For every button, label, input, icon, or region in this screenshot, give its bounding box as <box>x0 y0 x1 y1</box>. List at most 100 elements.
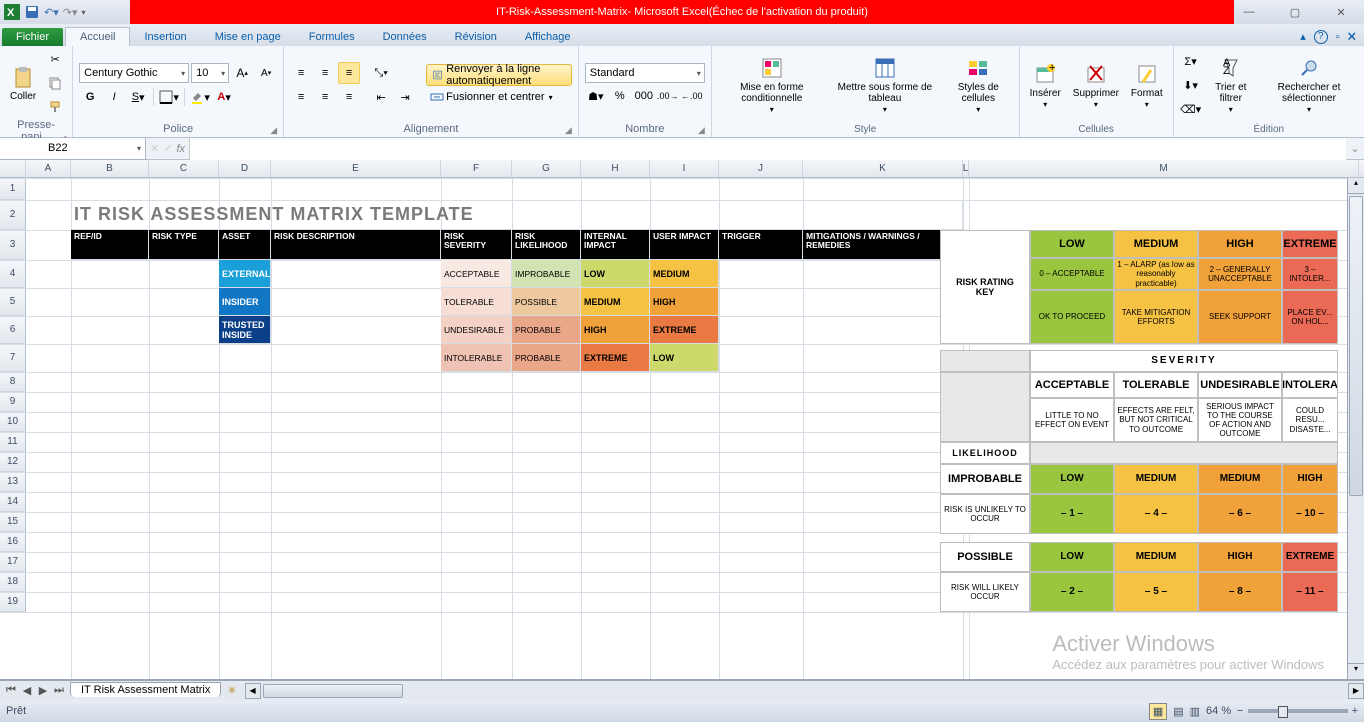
cell[interactable]: PROBABLE <box>512 344 581 372</box>
maximize-button[interactable]: ▢ <box>1272 0 1318 24</box>
tab-file[interactable]: Fichier <box>2 28 63 46</box>
cell[interactable]: HIGH <box>650 288 719 316</box>
expand-formula-icon[interactable]: ⌄ <box>1346 142 1364 155</box>
cell[interactable]: HIGH <box>581 316 650 344</box>
row-header[interactable]: 4 <box>0 260 26 288</box>
merge-center-button[interactable]: Fusionner et centrer▾ <box>426 88 572 106</box>
row-header[interactable]: 7 <box>0 344 26 372</box>
cut-icon[interactable]: ✂ <box>44 48 66 70</box>
copy-icon[interactable] <box>44 72 66 94</box>
undo-icon[interactable]: ↶▾ <box>44 6 59 19</box>
col-header-J[interactable]: J <box>719 160 803 177</box>
cell[interactable]: LOW <box>650 344 719 372</box>
cell[interactable]: TOLERABLE <box>441 288 512 316</box>
cell[interactable]: UNDESIRABLE <box>441 316 512 344</box>
italic-icon[interactable]: I <box>103 86 125 108</box>
align-top-icon[interactable]: ≡ <box>290 62 312 84</box>
cell[interactable]: RISK DESCRIPTION <box>271 230 441 260</box>
cell[interactable]: EXTREME <box>581 344 650 372</box>
row-header[interactable]: 1 <box>0 178 26 200</box>
close-button[interactable]: ✕ <box>1318 0 1364 24</box>
row-header[interactable]: 13 <box>0 472 26 492</box>
cell[interactable]: TRUSTED INSIDE <box>219 316 271 344</box>
font-size-combo[interactable]: 10 <box>191 63 229 83</box>
row-header[interactable]: 16 <box>0 532 26 552</box>
window-close-icon[interactable]: 🗙 <box>1348 27 1356 46</box>
fx-icon[interactable]: fx <box>176 143 185 155</box>
tab-donnees[interactable]: Données <box>369 28 441 46</box>
font-name-combo[interactable]: Century Gothic <box>79 63 189 83</box>
cell[interactable]: INTOLERABLE <box>441 344 512 372</box>
cell[interactable]: PROBABLE <box>512 316 581 344</box>
column-headers[interactable]: ABCDEFGHIJKLM <box>0 160 1364 178</box>
cell[interactable]: TRIGGER <box>719 230 803 260</box>
cell[interactable]: EXTERNAL <box>219 260 271 288</box>
tab-formules[interactable]: Formules <box>295 28 369 46</box>
format-as-table-button[interactable]: Mettre sous forme de tableau▾ <box>830 54 940 117</box>
grow-font-icon[interactable]: A▴ <box>231 62 253 84</box>
cell[interactable]: IMPROBABLE <box>512 260 581 288</box>
cell-styles-button[interactable]: Styles de cellules▾ <box>944 54 1013 117</box>
orientation-icon[interactable]: ⤡▾ <box>370 62 392 84</box>
redo-icon[interactable]: ↷▾ <box>63 6 78 19</box>
number-format-combo[interactable]: Standard <box>585 63 705 83</box>
cell[interactable]: INTERNAL IMPACT <box>581 230 650 260</box>
cell[interactable]: ASSET <box>219 230 271 260</box>
insert-cells-button[interactable]: +Insérer▾ <box>1026 60 1065 112</box>
align-right-icon[interactable]: ≡ <box>338 86 360 108</box>
zoom-level[interactable]: 64 % <box>1206 705 1231 717</box>
col-header-E[interactable]: E <box>271 160 441 177</box>
font-color-icon[interactable]: A▾ <box>213 86 235 108</box>
cell[interactable]: RISK TYPE <box>149 230 219 260</box>
view-layout-icon[interactable]: ▤ <box>1173 705 1183 718</box>
cell[interactable]: POSSIBLE <box>512 288 581 316</box>
col-header-G[interactable]: G <box>512 160 581 177</box>
view-normal-icon[interactable]: ▦ <box>1149 703 1167 720</box>
row-header[interactable]: 11 <box>0 432 26 452</box>
row-header[interactable]: 8 <box>0 372 26 392</box>
col-header-M[interactable]: M <box>969 160 1359 177</box>
cell[interactable]: EXTREME <box>650 316 719 344</box>
clear-icon[interactable]: ⌫▾ <box>1180 99 1202 121</box>
paste-button[interactable]: Coller <box>6 63 40 104</box>
wrap-text-button[interactable]: Renvoyer à la ligne automatiquement <box>426 64 572 86</box>
new-sheet-icon[interactable]: ✳ <box>227 684 236 697</box>
decrease-decimal-icon[interactable]: ←.00 <box>681 85 703 107</box>
cell[interactable]: LOW <box>581 260 650 288</box>
cell[interactable]: REF/ID <box>71 230 149 260</box>
sort-filter-button[interactable]: AZTrier et filtrer▾ <box>1206 54 1256 117</box>
tab-insertion[interactable]: Insertion <box>130 28 200 46</box>
formula-input[interactable] <box>189 138 1346 160</box>
row-header[interactable]: 9 <box>0 392 26 412</box>
increase-decimal-icon[interactable]: .00→ <box>657 85 679 107</box>
cell[interactable]: RISK LIKELIHOOD <box>512 230 581 260</box>
row-header[interactable]: 6 <box>0 316 26 344</box>
comma-icon[interactable]: 000 <box>633 85 655 107</box>
vertical-scrollbar[interactable]: ▴ ▾ <box>1347 178 1364 679</box>
row-header[interactable]: 15 <box>0 512 26 532</box>
cell[interactable]: IT RISK ASSESSMENT MATRIX TEMPLATE <box>71 200 963 230</box>
sheet-nav-next[interactable]: ▶ <box>36 684 50 697</box>
sheet-nav-first[interactable]: ⏮ <box>4 684 18 697</box>
cell[interactable]: INSIDER <box>219 288 271 316</box>
col-header-K[interactable]: K <box>803 160 963 177</box>
cell[interactable]: MITIGATIONS / WARNINGS / REMEDIES <box>803 230 963 260</box>
row-header[interactable]: 12 <box>0 452 26 472</box>
tab-revision[interactable]: Révision <box>441 28 511 46</box>
view-pagebreak-icon[interactable]: ▥ <box>1190 705 1200 718</box>
window-restore-icon[interactable]: ▫ <box>1336 31 1340 43</box>
bold-icon[interactable]: G <box>79 86 101 108</box>
align-left-icon[interactable]: ≡ <box>290 86 312 108</box>
select-all-corner[interactable] <box>0 160 26 177</box>
fill-color-icon[interactable]: ▾ <box>189 86 211 108</box>
border-icon[interactable]: ▾ <box>158 86 180 108</box>
col-header-B[interactable]: B <box>71 160 149 177</box>
accounting-icon[interactable]: ☗▾ <box>585 85 607 107</box>
sheet-tab-active[interactable]: IT Risk Assessment Matrix <box>70 682 221 697</box>
cell[interactable]: USER IMPACT <box>650 230 719 260</box>
help-icon[interactable]: ? <box>1314 30 1328 44</box>
increase-indent-icon[interactable]: ⇥ <box>394 86 416 108</box>
find-select-button[interactable]: Rechercher et sélectionner▾ <box>1260 54 1358 117</box>
tab-affichage[interactable]: Affichage <box>511 28 585 46</box>
conditional-formatting-button[interactable]: Mise en forme conditionnelle▾ <box>718 54 826 117</box>
